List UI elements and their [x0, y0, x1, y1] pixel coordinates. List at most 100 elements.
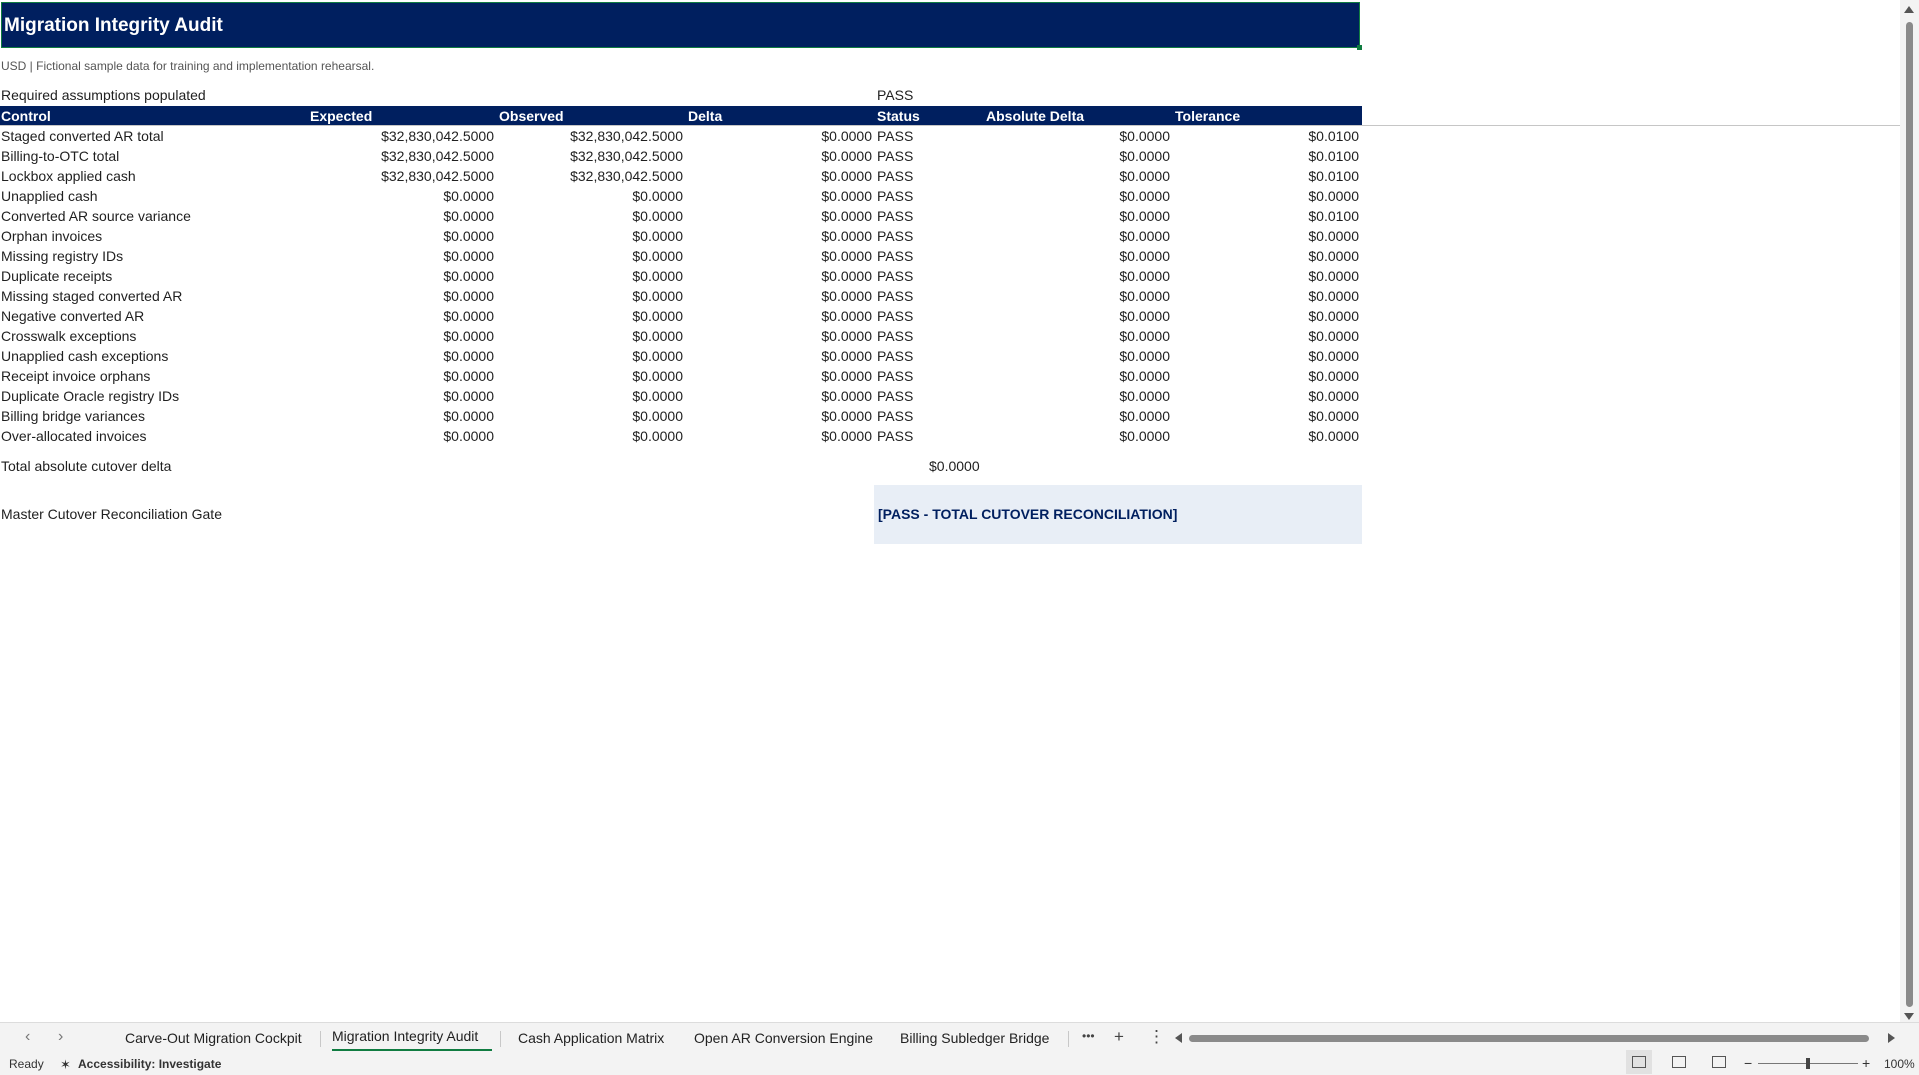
table-row[interactable]: Negative converted AR $0.0000 $0.0000 $0.00…	[0, 306, 1362, 326]
observed-value[interactable]: $0.0000	[632, 228, 683, 244]
scroll-down-arrow-icon[interactable]	[1904, 1013, 1914, 1020]
table-row[interactable]: Staged converted AR total $32,830,042.500…	[0, 126, 1362, 146]
tolerance-value[interactable]: $0.0100	[1308, 168, 1359, 184]
control-name[interactable]: Over-allocated invoices	[1, 428, 147, 444]
delta-value[interactable]: $0.0000	[821, 368, 872, 384]
header-status[interactable]: Status	[877, 108, 920, 124]
zoom-level[interactable]: 100%	[1884, 1057, 1915, 1071]
expected-value[interactable]: $0.0000	[443, 208, 494, 224]
tolerance-value[interactable]: $0.0000	[1308, 408, 1359, 424]
status-value[interactable]: PASS	[877, 408, 913, 424]
status-value[interactable]: PASS	[877, 248, 913, 264]
tolerance-value[interactable]: $0.0000	[1308, 368, 1359, 384]
header-tolerance[interactable]: Tolerance	[1175, 108, 1240, 124]
tolerance-value[interactable]: $0.0000	[1308, 188, 1359, 204]
horizontal-scrollbar[interactable]	[1175, 1032, 1895, 1044]
control-name[interactable]: Receipt invoice orphans	[1, 368, 150, 384]
absolute-delta-value[interactable]: $0.0000	[1119, 248, 1170, 264]
sheet-tab[interactable]: Migration Integrity Audit	[332, 1028, 478, 1044]
accessibility-status[interactable]: Accessibility: Investigate	[78, 1057, 221, 1071]
tolerance-value[interactable]: $0.0100	[1308, 128, 1359, 144]
control-name[interactable]: Unapplied cash	[1, 188, 98, 204]
observed-value[interactable]: $0.0000	[632, 288, 683, 304]
control-name[interactable]: Duplicate Oracle registry IDs	[1, 388, 179, 404]
expected-value[interactable]: $0.0000	[443, 348, 494, 364]
scroll-up-arrow-icon[interactable]	[1904, 6, 1914, 13]
expected-value[interactable]: $32,830,042.5000	[381, 128, 494, 144]
absolute-delta-value[interactable]: $0.0000	[1119, 208, 1170, 224]
delta-value[interactable]: $0.0000	[821, 348, 872, 364]
normal-view-icon[interactable]	[1626, 1050, 1652, 1074]
delta-value[interactable]: $0.0000	[821, 268, 872, 284]
table-row[interactable]: Unapplied cash exceptions $0.0000 $0.0000 $…	[0, 346, 1362, 366]
sheet-tab[interactable]: Open AR Conversion Engine	[694, 1030, 873, 1046]
tolerance-value[interactable]: $0.0100	[1308, 148, 1359, 164]
tolerance-value[interactable]: $0.0000	[1308, 228, 1359, 244]
table-row[interactable]: Missing registry IDs $0.0000 $0.0000 $0.000…	[0, 246, 1362, 266]
status-value[interactable]: PASS	[877, 268, 913, 284]
delta-value[interactable]: $0.0000	[821, 188, 872, 204]
absolute-delta-value[interactable]: $0.0000	[1119, 228, 1170, 244]
absolute-delta-value[interactable]: $0.0000	[1119, 368, 1170, 384]
page-break-view-icon[interactable]	[1712, 1056, 1726, 1068]
scroll-left-arrow-icon[interactable]	[1175, 1033, 1182, 1043]
absolute-delta-value[interactable]: $0.0000	[1119, 268, 1170, 284]
observed-value[interactable]: $0.0000	[632, 328, 683, 344]
tab-next-icon[interactable]: ›	[58, 1028, 63, 1046]
gate-status-cell[interactable]: [PASS - TOTAL CUTOVER RECONCILIATION]	[874, 485, 1362, 544]
tolerance-value[interactable]: $0.0100	[1308, 208, 1359, 224]
status-value[interactable]: PASS	[877, 168, 913, 184]
absolute-delta-value[interactable]: $0.0000	[1119, 168, 1170, 184]
tab-prev-icon[interactable]: ‹	[25, 1028, 30, 1046]
expected-value[interactable]: $0.0000	[443, 188, 494, 204]
absolute-delta-value[interactable]: $0.0000	[1119, 428, 1170, 444]
tolerance-value[interactable]: $0.0000	[1308, 308, 1359, 324]
sheet-tab[interactable]: Cash Application Matrix	[518, 1030, 664, 1046]
delta-value[interactable]: $0.0000	[821, 388, 872, 404]
expected-value[interactable]: $0.0000	[443, 388, 494, 404]
absolute-delta-value[interactable]: $0.0000	[1119, 348, 1170, 364]
expected-value[interactable]: $0.0000	[443, 288, 494, 304]
expected-value[interactable]: $0.0000	[443, 368, 494, 384]
status-value[interactable]: PASS	[877, 428, 913, 444]
absolute-delta-value[interactable]: $0.0000	[1119, 148, 1170, 164]
control-name[interactable]: Orphan invoices	[1, 228, 102, 244]
expected-value[interactable]: $0.0000	[443, 248, 494, 264]
observed-value[interactable]: $0.0000	[632, 408, 683, 424]
table-row[interactable]: Over-allocated invoices $0.0000 $0.0000 $0.…	[0, 426, 1362, 446]
tolerance-value[interactable]: $0.0000	[1308, 268, 1359, 284]
control-name[interactable]: Billing-to-OTC total	[1, 148, 119, 164]
sheet-options-icon[interactable]: ⋮	[1148, 1027, 1165, 1047]
control-name[interactable]: Unapplied cash exceptions	[1, 348, 168, 364]
scroll-right-arrow-icon[interactable]	[1888, 1033, 1895, 1043]
control-name[interactable]: Duplicate receipts	[1, 268, 112, 284]
header-observed[interactable]: Observed	[499, 108, 564, 124]
table-row[interactable]: Receipt invoice orphans $0.0000 $0.0000 $0.…	[0, 366, 1362, 386]
delta-value[interactable]: $0.0000	[821, 308, 872, 324]
tolerance-value[interactable]: $0.0000	[1308, 288, 1359, 304]
absolute-delta-value[interactable]: $0.0000	[1119, 328, 1170, 344]
table-row[interactable]: Duplicate receipts $0.0000 $0.0000 $0.0000 P…	[0, 266, 1362, 286]
tolerance-value[interactable]: $0.0000	[1308, 388, 1359, 404]
status-value[interactable]: PASS	[877, 188, 913, 204]
table-row[interactable]: Converted AR source variance $0.0000 $0.00…	[0, 206, 1362, 226]
control-name[interactable]: Lockbox applied cash	[1, 168, 136, 184]
table-row[interactable]: Unapplied cash $0.0000 $0.0000 $0.0000 PASS $…	[0, 186, 1362, 206]
observed-value[interactable]: $32,830,042.5000	[570, 168, 683, 184]
expected-value[interactable]: $0.0000	[443, 228, 494, 244]
zoom-out-icon[interactable]: −	[1744, 1055, 1752, 1071]
observed-value[interactable]: $0.0000	[632, 348, 683, 364]
status-value[interactable]: PASS	[877, 328, 913, 344]
horizontal-scroll-thumb[interactable]	[1189, 1035, 1869, 1042]
delta-value[interactable]: $0.0000	[821, 128, 872, 144]
control-name[interactable]: Staged converted AR total	[1, 128, 164, 144]
absolute-delta-value[interactable]: $0.0000	[1119, 188, 1170, 204]
delta-value[interactable]: $0.0000	[821, 428, 872, 444]
header-control[interactable]: Control	[1, 108, 51, 124]
absolute-delta-value[interactable]: $0.0000	[1119, 288, 1170, 304]
worksheet-grid[interactable]: Migration Integrity Audit USD | Fictiona…	[0, 0, 1900, 1022]
delta-value[interactable]: $0.0000	[821, 408, 872, 424]
table-row[interactable]: Orphan invoices $0.0000 $0.0000 $0.0000 PASS…	[0, 226, 1362, 246]
absolute-delta-value[interactable]: $0.0000	[1119, 308, 1170, 324]
table-row[interactable]: Duplicate Oracle registry IDs $0.0000 $0.0…	[0, 386, 1362, 406]
